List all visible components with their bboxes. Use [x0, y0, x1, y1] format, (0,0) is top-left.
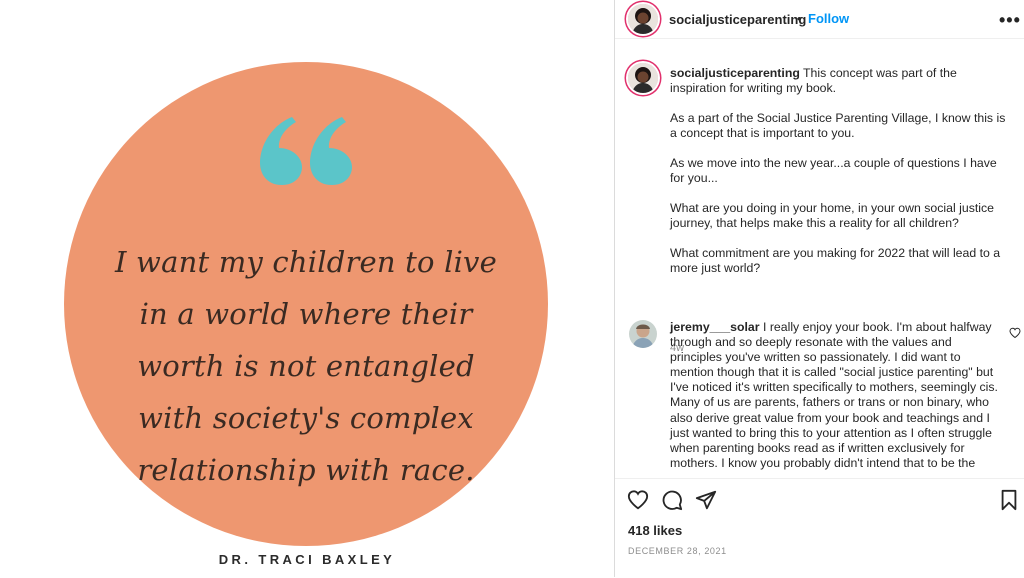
- header-separator: •: [797, 11, 802, 26]
- post-sidebar: socialjusticeparenting • Follow ••• soci…: [614, 0, 1024, 577]
- comment-text: jeremy___solar I really enjoy your book.…: [670, 320, 1000, 471]
- quote-marks-icon: [260, 117, 352, 185]
- comment-body: I really enjoy your book. I'm about half…: [670, 320, 998, 470]
- quote-text: I want my children to live in a world wh…: [114, 245, 498, 487]
- comment-like-heart-icon[interactable]: [1009, 327, 1021, 339]
- post-actions: 418 likes DECEMBER 28, 2021: [615, 478, 1024, 578]
- author-avatar[interactable]: [628, 4, 658, 34]
- caption-paragraph: As we move into the new year...a couple …: [670, 156, 997, 185]
- header-username[interactable]: socialjusticeparenting: [669, 12, 806, 27]
- post-image[interactable]: I want my children to live in a world wh…: [0, 0, 614, 577]
- comment-username[interactable]: jeremy___solar: [670, 320, 760, 334]
- commenter-avatar[interactable]: [629, 320, 657, 348]
- caption-avatar[interactable]: [628, 63, 658, 93]
- caption-avatar-icon: [628, 63, 658, 93]
- caption-paragraph: What are you doing in your home, in your…: [670, 201, 994, 230]
- comment-bubble-icon[interactable]: [661, 489, 683, 511]
- quote-author: DR. TRACI BAXLEY: [218, 552, 396, 567]
- caption-paragraph: What commitment are you making for 2022 …: [670, 246, 1001, 275]
- commenter-avatar-icon: [629, 320, 657, 348]
- comment: jeremy___solar I really enjoy your book.…: [615, 318, 1024, 476]
- more-options-icon[interactable]: •••: [999, 10, 1021, 31]
- follow-button[interactable]: Follow: [808, 11, 849, 26]
- like-heart-icon[interactable]: [627, 489, 649, 511]
- caption-text: socialjusticeparenting This concept was …: [670, 66, 1013, 291]
- share-send-icon[interactable]: [695, 489, 717, 511]
- author-avatar-icon: [628, 4, 658, 34]
- post-date[interactable]: DECEMBER 28, 2021: [628, 546, 727, 556]
- caption-username[interactable]: socialjusticeparenting: [670, 66, 800, 80]
- save-bookmark-icon[interactable]: [999, 489, 1019, 511]
- caption-paragraph: As a part of the Social Justice Parentin…: [670, 111, 1006, 140]
- post-header: socialjusticeparenting • Follow •••: [615, 0, 1024, 39]
- likes-count[interactable]: 418 likes: [628, 523, 682, 538]
